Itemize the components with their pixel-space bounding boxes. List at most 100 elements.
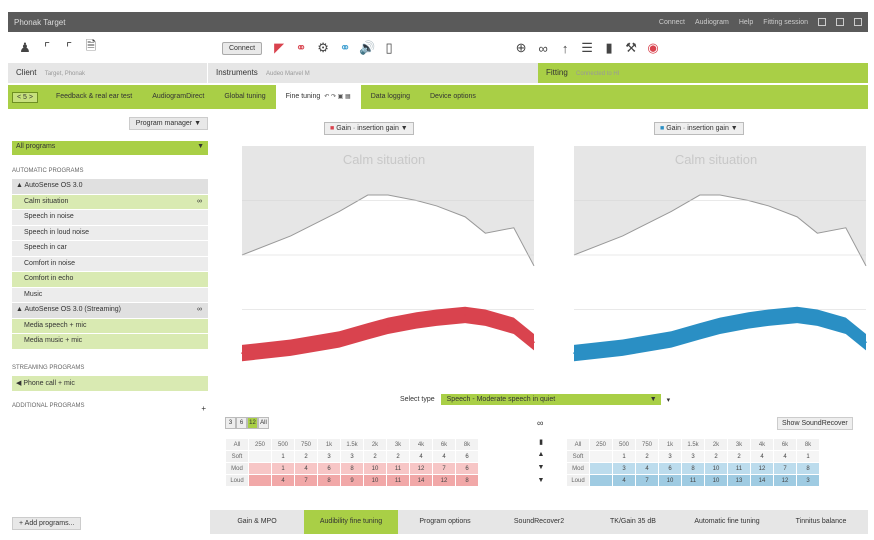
gain-cell[interactable]: 7 bbox=[432, 462, 456, 475]
gain-cell[interactable]: 2 bbox=[386, 450, 410, 463]
gain-cell[interactable]: 1 bbox=[271, 450, 295, 463]
program-calm-situation[interactable]: Calm situation ∞ bbox=[12, 194, 208, 210]
tab-feedback[interactable]: Feedback & real ear test bbox=[46, 85, 142, 109]
link-icon[interactable]: ▮ bbox=[532, 438, 550, 450]
gain-cell[interactable]: 4 bbox=[612, 474, 636, 487]
gain-cell[interactable]: 12 bbox=[750, 462, 774, 475]
gain-cell[interactable]: 1 bbox=[612, 450, 636, 463]
gain-cell[interactable]: 4 bbox=[271, 474, 295, 487]
program-manager-button[interactable]: Program manager ▼ bbox=[128, 117, 208, 130]
program-comfort-in-noise[interactable]: Comfort in noise bbox=[12, 256, 208, 272]
gain-cell[interactable]: 6 bbox=[658, 462, 682, 475]
gain-cell[interactable]: 10 bbox=[363, 462, 387, 475]
wrench-icon[interactable]: ⚒ bbox=[622, 39, 640, 57]
gain-cell[interactable]: 4 bbox=[750, 450, 774, 463]
fitting-section[interactable]: Fitting Connected to HI bbox=[538, 63, 868, 83]
hearing-icon[interactable]: ◉ bbox=[644, 39, 662, 57]
gain-cell[interactable]: 8 bbox=[796, 462, 820, 475]
gain-cell[interactable]: 8 bbox=[681, 462, 705, 475]
select-type-dropdown[interactable]: Speech - Moderate speech in quiet ▼ bbox=[440, 394, 661, 405]
right-ear-icon[interactable]: ⚭ bbox=[292, 39, 310, 57]
gain-cell[interactable]: 8 bbox=[340, 462, 364, 475]
connect-button[interactable]: Connect bbox=[222, 41, 263, 55]
gear-icon[interactable]: ⚙ bbox=[314, 39, 332, 57]
gain-cell[interactable]: 3 bbox=[681, 450, 705, 463]
gain-cell[interactable]: 7 bbox=[773, 462, 797, 475]
left-gain-dropdown[interactable]: ■ Gain · insertion gain ▼ bbox=[324, 122, 414, 135]
target-icon[interactable]: ⊕ bbox=[512, 39, 530, 57]
btab-tk-gain[interactable]: TK/Gain 35 dB bbox=[586, 510, 680, 534]
speaker-icon[interactable]: 🔊 bbox=[358, 39, 376, 57]
program-phone-call[interactable]: ◀ Phone call + mic bbox=[12, 376, 208, 392]
close-icon[interactable] bbox=[854, 18, 862, 26]
gain-cell[interactable]: 3 bbox=[796, 474, 820, 487]
left-ear-icon[interactable]: ◤ bbox=[270, 39, 288, 57]
gain-cell[interactable]: 4 bbox=[635, 462, 659, 475]
gain-cell[interactable]: 12 bbox=[409, 462, 433, 475]
gain-cell[interactable]: 4 bbox=[773, 450, 797, 463]
show-soundrecover-button[interactable]: Show SoundRecover bbox=[777, 417, 853, 430]
gain-cell[interactable]: 9 bbox=[340, 474, 364, 487]
gain-cell[interactable]: 12 bbox=[432, 474, 456, 487]
client-icon[interactable]: ♟ bbox=[16, 39, 34, 57]
titlebar-link-1[interactable]: Connect bbox=[659, 19, 685, 26]
gain-cell[interactable]: 11 bbox=[386, 462, 410, 475]
gain-cell[interactable]: 8 bbox=[455, 474, 479, 487]
device-icon[interactable]: ▯ bbox=[380, 39, 398, 57]
gain-cell[interactable]: 7 bbox=[635, 474, 659, 487]
gain-cell[interactable]: 4 bbox=[409, 450, 433, 463]
maximize-icon[interactable] bbox=[836, 18, 844, 26]
program-speech-in-noise[interactable]: Speech in noise bbox=[12, 210, 208, 226]
gain-cell[interactable]: 11 bbox=[386, 474, 410, 487]
right-gain-dropdown[interactable]: ■ Gain · insertion gain ▼ bbox=[654, 122, 744, 135]
btab-automatic-fine-tuning[interactable]: Automatic fine tuning bbox=[680, 510, 774, 534]
channel-12-button[interactable]: 12 bbox=[247, 417, 258, 429]
streaming-autosense-header[interactable]: ▲ AutoSense OS 3.0 (Streaming) ∞ bbox=[12, 303, 208, 319]
gain-cell[interactable]: 14 bbox=[409, 474, 433, 487]
gain-cell[interactable]: 10 bbox=[704, 462, 728, 475]
gain-cell[interactable]: 3 bbox=[612, 462, 636, 475]
program-speech-loud-noise[interactable]: Speech in loud noise bbox=[12, 225, 208, 241]
add-programs-button[interactable]: + Add programs... bbox=[12, 517, 82, 530]
down-fast-icon[interactable]: ▼ bbox=[532, 477, 550, 489]
gain-cell[interactable]: 13 bbox=[727, 474, 751, 487]
gain-cell[interactable]: 7 bbox=[294, 474, 318, 487]
btab-tinnitus-balance[interactable]: Tinnitus balance bbox=[774, 510, 868, 534]
audiogram-icon[interactable]: ⌜ bbox=[38, 39, 56, 57]
gain-cell[interactable]: 12 bbox=[773, 474, 797, 487]
gain-cell[interactable]: 6 bbox=[455, 462, 479, 475]
gain-cell[interactable]: 11 bbox=[681, 474, 705, 487]
tab-audiogramdirect[interactable]: AudiogramDirect bbox=[142, 85, 214, 109]
gain-cell[interactable]: 3 bbox=[317, 450, 341, 463]
chevron-down-icon[interactable]: ▾ bbox=[667, 396, 671, 404]
gain-cell[interactable]: 3 bbox=[658, 450, 682, 463]
channel-3-button[interactable]: 3 bbox=[225, 417, 236, 429]
minimize-icon[interactable] bbox=[818, 18, 826, 26]
tab-global-tuning[interactable]: Global tuning bbox=[214, 85, 275, 109]
gain-cell[interactable]: 2 bbox=[294, 450, 318, 463]
down-arrow-icon[interactable]: ▼ bbox=[532, 464, 550, 476]
gain-cell[interactable]: 6 bbox=[317, 462, 341, 475]
glasses-icon[interactable]: ∞ bbox=[534, 39, 552, 57]
program-comfort-in-echo[interactable]: Comfort in echo bbox=[12, 272, 208, 288]
btab-audibility-fine-tuning[interactable]: Audibility fine tuning bbox=[304, 510, 398, 534]
tab-fine-tuning[interactable]: Fine tuning ↶ ↷ ▣ ▦ bbox=[275, 85, 361, 109]
instruments-section[interactable]: Instruments Audeo Marvel M bbox=[208, 63, 538, 83]
program-music[interactable]: Music bbox=[12, 287, 208, 303]
link-ears-icon[interactable]: ∞ bbox=[537, 418, 543, 428]
gain-cell[interactable]: 11 bbox=[727, 462, 751, 475]
channel-all-button[interactable]: All bbox=[258, 417, 269, 429]
program-media-music[interactable]: Media music + mic bbox=[12, 334, 208, 350]
gain-cell[interactable]: 8 bbox=[317, 474, 341, 487]
audiogram2-icon[interactable]: ⌜ bbox=[60, 39, 78, 57]
program-speech-in-car[interactable]: Speech in car bbox=[12, 241, 208, 257]
tab-device-options[interactable]: Device options bbox=[420, 85, 486, 109]
gain-cell[interactable]: 10 bbox=[658, 474, 682, 487]
nav-arrows-button[interactable]: < 5 > bbox=[12, 91, 38, 103]
gain-cell[interactable]: 2 bbox=[635, 450, 659, 463]
all-programs-dropdown[interactable]: All programs ▼ bbox=[12, 141, 208, 155]
gain-cell[interactable]: 1 bbox=[796, 450, 820, 463]
gain-cell[interactable]: 2 bbox=[704, 450, 728, 463]
gain-cell[interactable]: 6 bbox=[455, 450, 479, 463]
left-ear-blue-icon[interactable]: ⚭ bbox=[336, 39, 354, 57]
